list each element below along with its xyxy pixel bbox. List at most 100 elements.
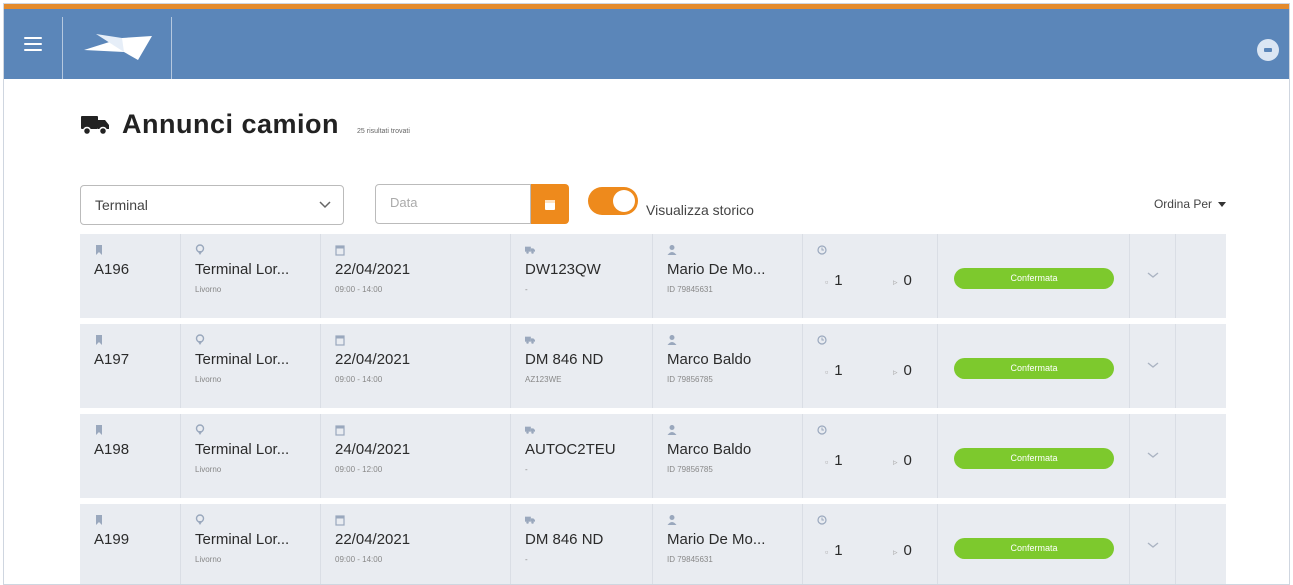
truck-plate: DM 846 ND	[525, 531, 604, 548]
truck-plate: DM 846 ND	[525, 351, 604, 368]
clock-icon	[817, 515, 827, 525]
row-spacer	[1176, 414, 1226, 498]
arrow-icon: ▹	[893, 547, 898, 557]
driver-id: ID 79845631	[667, 555, 713, 564]
calendar-icon	[335, 515, 345, 526]
calendar-button[interactable]	[531, 184, 569, 224]
terminal-name: Terminal Lor...	[195, 261, 290, 278]
arrow-icon: ▹	[893, 457, 898, 467]
terminal-name: Terminal Lor...	[195, 351, 290, 368]
cell-containers: ▫ 1 ▹ 0	[803, 504, 938, 584]
table-row[interactable]: A197 Terminal Lor... Livorno 22/04/2021 …	[80, 324, 1226, 408]
slot-time: 09:00 - 14:00	[335, 285, 383, 294]
row-id: A197	[94, 351, 130, 368]
page-header: Annunci camion 25 risultati trovati	[80, 109, 410, 140]
slot-time: 09:00 - 14:00	[335, 555, 383, 564]
person-icon	[667, 425, 677, 435]
delivery-count-value: 0	[903, 362, 912, 379]
clock-icon	[817, 425, 827, 435]
cell-terminal: Terminal Lor... Livorno	[181, 234, 321, 318]
driver-name: Mario De Mo...	[667, 531, 766, 548]
row-spacer	[1176, 324, 1226, 408]
cell-plate: DM 846 ND AZ123WE	[511, 324, 653, 408]
expand-button[interactable]	[1130, 414, 1176, 498]
chevron-down-icon	[1147, 542, 1159, 548]
driver-id: ID 79856785	[667, 465, 713, 474]
cell-id: A196	[80, 234, 181, 318]
terminal-select[interactable]: Terminal	[80, 185, 344, 225]
app-window: Annunci camion 25 risultati trovati Term…	[3, 3, 1290, 585]
row-spacer	[1176, 234, 1226, 318]
cell-status: Confermata	[938, 324, 1130, 408]
trailer-plate: AZ123WE	[525, 375, 562, 384]
user-avatar-icon[interactable]	[1257, 39, 1279, 61]
cell-status: Confermata	[938, 234, 1130, 318]
delivery-count: ▹ 0	[893, 362, 912, 379]
row-id: A198	[94, 441, 130, 458]
bookmark-icon	[96, 515, 102, 525]
cell-driver: Mario De Mo... ID 79845631	[653, 234, 803, 318]
menu-button[interactable]	[4, 9, 62, 79]
person-icon	[667, 335, 677, 345]
terminal-name: Terminal Lor...	[195, 441, 290, 458]
chevron-down-icon	[319, 201, 331, 209]
arrow-icon: ▹	[893, 277, 898, 287]
table-row[interactable]: A199 Terminal Lor... Livorno 22/04/2021 …	[80, 504, 1226, 584]
trailer-plate: -	[525, 555, 528, 564]
clock-icon	[817, 335, 827, 345]
delivery-count-value: 0	[903, 542, 912, 559]
truck-icon	[525, 426, 535, 434]
trailer-plate: -	[525, 465, 528, 474]
box-icon: ▫	[825, 367, 829, 377]
arrow-icon: ▹	[893, 367, 898, 377]
bookmark-icon	[96, 245, 102, 255]
cell-containers: ▫ 1 ▹ 0	[803, 324, 938, 408]
row-spacer	[1176, 504, 1226, 584]
hamburger-icon	[24, 37, 42, 51]
bookmark-icon	[96, 335, 102, 345]
appbar-divider	[62, 17, 63, 79]
location-pin-icon	[195, 334, 205, 345]
cell-terminal: Terminal Lor... Livorno	[181, 414, 321, 498]
calendar-icon	[545, 199, 555, 210]
pickup-count-value: 1	[834, 542, 843, 559]
expand-button[interactable]	[1130, 324, 1176, 408]
terminal-name: Terminal Lor...	[195, 531, 290, 548]
cell-date: 22/04/2021 09:00 - 14:00	[321, 234, 511, 318]
chevron-down-icon	[1147, 272, 1159, 278]
driver-name: Marco Baldo	[667, 351, 752, 368]
history-toggle[interactable]	[588, 187, 638, 215]
location-pin-icon	[195, 424, 205, 435]
page-title: Annunci camion	[122, 109, 340, 139]
sort-dropdown[interactable]: Ordina Per	[1154, 197, 1226, 211]
cell-containers: ▫ 1 ▹ 0	[803, 414, 938, 498]
cell-status: Confermata	[938, 414, 1130, 498]
box-icon: ▫	[825, 457, 829, 467]
terminal-city: Livorno	[195, 285, 222, 294]
caret-down-icon	[1218, 201, 1226, 207]
date-input[interactable]: Data	[375, 184, 531, 224]
expand-button[interactable]	[1130, 504, 1176, 584]
cell-id: A197	[80, 324, 181, 408]
person-icon	[667, 515, 677, 525]
history-toggle-label: Visualizza storico	[646, 202, 754, 218]
paper-plane-logo[interactable]	[82, 26, 154, 66]
status-badge: Confermata	[954, 448, 1114, 469]
slot-time: 09:00 - 14:00	[335, 375, 383, 384]
sort-label: Ordina Per	[1153, 197, 1212, 211]
person-icon	[667, 245, 677, 255]
delivery-count-value: 0	[903, 452, 912, 469]
toggle-knob	[613, 190, 635, 212]
table-row[interactable]: A198 Terminal Lor... Livorno 24/04/2021 …	[80, 414, 1226, 498]
slot-time: 09:00 - 12:00	[335, 465, 383, 474]
row-id: A196	[94, 261, 130, 278]
table-row[interactable]: A196 Terminal Lor... Livorno 22/04/2021 …	[80, 234, 1226, 318]
driver-id: ID 79845631	[667, 285, 713, 294]
expand-button[interactable]	[1130, 234, 1176, 318]
announcement-list: A196 Terminal Lor... Livorno 22/04/2021 …	[80, 234, 1226, 584]
cell-terminal: Terminal Lor... Livorno	[181, 504, 321, 584]
pickup-count: ▫ 1	[825, 452, 843, 469]
date-placeholder: Data	[390, 195, 418, 210]
delivery-count-value: 0	[903, 272, 912, 289]
pickup-count: ▫ 1	[825, 542, 843, 559]
